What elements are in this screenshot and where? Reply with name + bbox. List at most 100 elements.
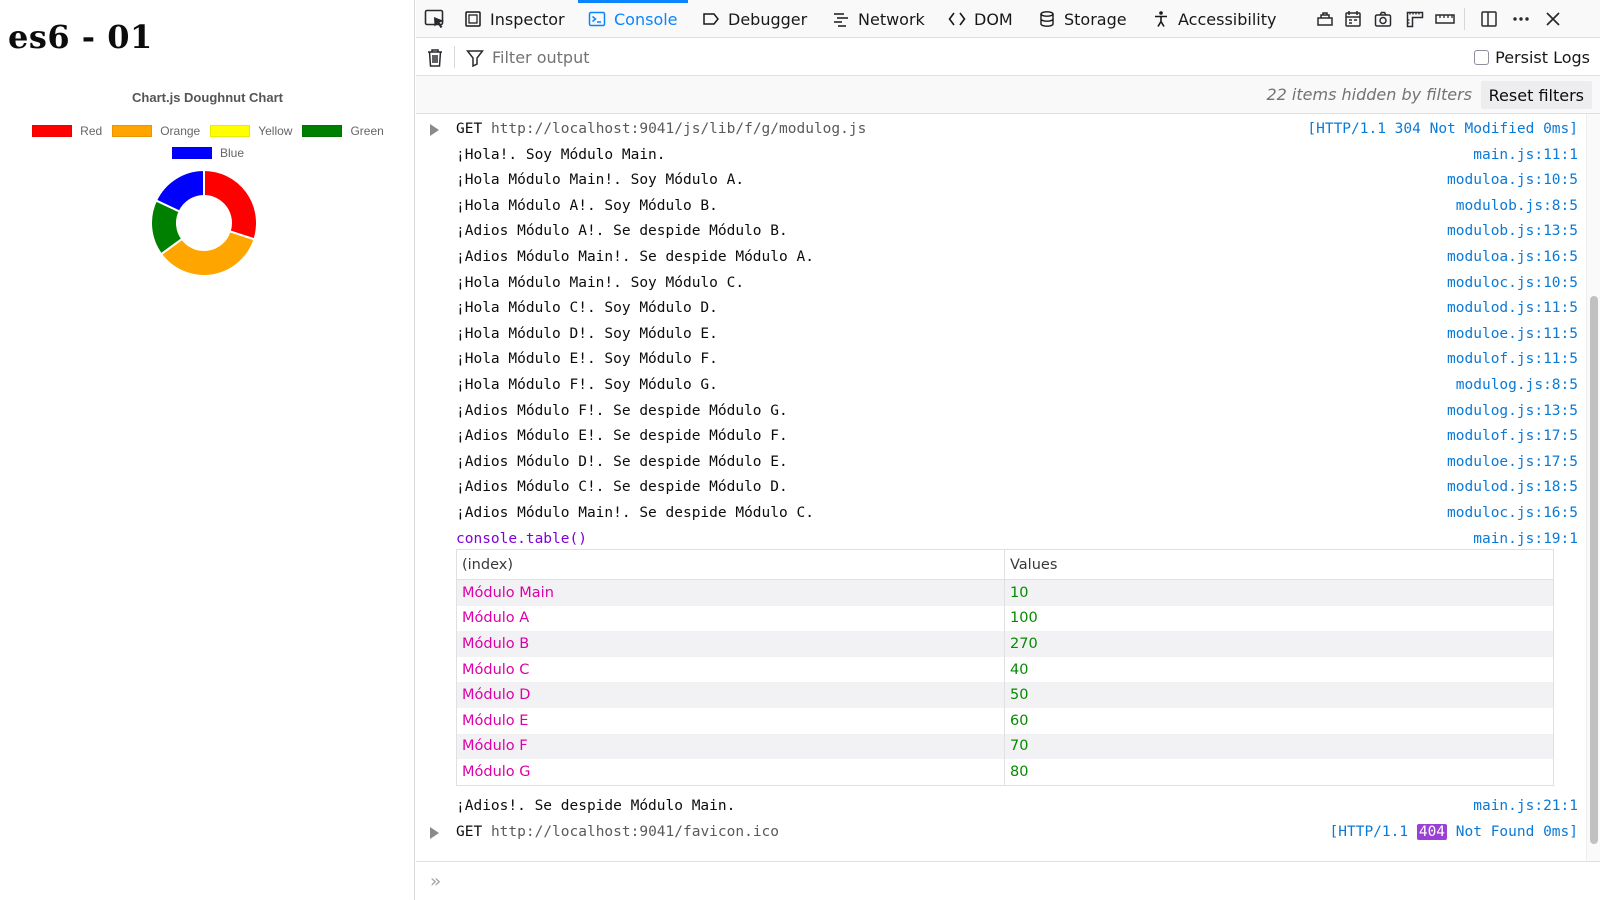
legend-swatch bbox=[171, 147, 212, 159]
legend-item-orange[interactable]: Orange bbox=[112, 124, 200, 138]
legend-label: Yellow bbox=[258, 124, 293, 138]
table-header-index[interactable]: (index) bbox=[457, 550, 1005, 579]
table-row: Módulo A 100 bbox=[457, 605, 1553, 632]
console-log-row: ¡Hola Módulo F!. Soy Módulo G. modulog.js… bbox=[416, 373, 1586, 399]
source-location-link[interactable]: modulob.js:13:5 bbox=[1447, 223, 1578, 239]
doughnut-slice-red[interactable] bbox=[203, 168, 258, 241]
tab-label: Console bbox=[614, 9, 678, 29]
console-log-row: ¡Adios Módulo Main!. Se despide Módulo A… bbox=[416, 245, 1586, 271]
console-prompt-icon: » bbox=[430, 871, 441, 892]
source-location-link[interactable]: main.js:19:1 bbox=[1473, 531, 1578, 547]
table-cell-value: 80 bbox=[1010, 763, 1029, 780]
measure-icon[interactable] bbox=[1434, 9, 1456, 29]
network-request-row: GET http://localhost:9041/favicon.ico [HT… bbox=[416, 820, 1586, 846]
element-picker-icon[interactable] bbox=[424, 9, 446, 29]
dock-layout-icon[interactable] bbox=[1478, 9, 1500, 29]
legend-item-green[interactable]: Green bbox=[302, 124, 384, 138]
tab-inspector[interactable]: Inspector bbox=[464, 0, 565, 38]
persist-logs-box[interactable] bbox=[1474, 49, 1490, 65]
tab-debugger[interactable]: Debugger bbox=[702, 0, 807, 38]
chart-legend: Red Orange Yellow Green Blue bbox=[18, 124, 398, 160]
legend-label: Green bbox=[350, 124, 384, 138]
dom-icon bbox=[948, 10, 974, 28]
table-cell-index: Módulo Main bbox=[457, 580, 1005, 606]
tab-accessibility[interactable]: Accessibility bbox=[1152, 0, 1276, 38]
source-location-link[interactable]: main.js:21:1 bbox=[1473, 798, 1578, 814]
console-log-row: ¡Adios Módulo F!. Se despide Módulo G. mo… bbox=[416, 399, 1586, 425]
table-cell-index: Módulo D bbox=[457, 682, 1005, 708]
more-options-icon[interactable] bbox=[1510, 9, 1532, 29]
legend-item-red[interactable]: Red bbox=[32, 124, 102, 138]
doughnut-chart[interactable] bbox=[148, 167, 260, 279]
responsive-mode-icon[interactable] bbox=[1314, 9, 1336, 29]
log-message: ¡Adios Módulo E!. Se despide Módulo F. bbox=[456, 428, 788, 445]
table-row: Módulo F 70 bbox=[457, 733, 1553, 760]
legend-swatch bbox=[112, 125, 153, 137]
source-location-link[interactable]: modulof.js:17:5 bbox=[1447, 428, 1578, 444]
page-title: es6 - 01 bbox=[8, 18, 153, 56]
status-code-badge: 404 bbox=[1416, 823, 1448, 840]
request-method: GET bbox=[456, 121, 483, 137]
close-icon[interactable] bbox=[1542, 9, 1564, 29]
source-location-link[interactable]: moduloa.js:10:5 bbox=[1447, 172, 1578, 188]
log-message: ¡Hola Módulo C!. Soy Módulo D. bbox=[456, 300, 718, 317]
request-message: GET http://localhost:9041/js/lib/f/g/mod… bbox=[456, 121, 866, 137]
source-location-link[interactable]: main.js:11:1 bbox=[1473, 147, 1578, 163]
inspector-icon bbox=[464, 10, 490, 28]
tab-network[interactable]: Network bbox=[832, 0, 925, 38]
filter-output-input[interactable] bbox=[492, 45, 1392, 69]
console-log-row: ¡Hola Módulo D!. Soy Módulo E. moduloe.js… bbox=[416, 322, 1586, 348]
clear-console-icon[interactable] bbox=[426, 48, 444, 68]
source-location-link[interactable]: moduloe.js:17:5 bbox=[1447, 454, 1578, 470]
rulers-icon[interactable] bbox=[1404, 9, 1426, 29]
source-location-link[interactable]: moduloa.js:16:5 bbox=[1447, 249, 1578, 265]
source-location-link[interactable]: moduloc.js:16:5 bbox=[1447, 505, 1578, 521]
console-log-row: ¡Hola Módulo Main!. Soy Módulo A. moduloa… bbox=[416, 168, 1586, 194]
persist-logs-checkbox[interactable]: Persist Logs bbox=[1474, 46, 1590, 68]
request-url[interactable]: http://localhost:9041/js/lib/f/g/modulog… bbox=[491, 121, 866, 137]
source-location-link[interactable]: modulog.js:8:5 bbox=[1456, 377, 1578, 393]
log-message: ¡Hola Módulo A!. Soy Módulo B. bbox=[456, 197, 718, 214]
source-location-link[interactable]: modulob.js:8:5 bbox=[1456, 198, 1578, 214]
request-url[interactable]: http://localhost:9041/favicon.ico bbox=[491, 824, 779, 840]
table-row: Módulo C 40 bbox=[457, 656, 1553, 683]
tab-storage[interactable]: Storage bbox=[1038, 0, 1127, 38]
reset-filters-button[interactable]: Reset filters bbox=[1480, 81, 1592, 109]
table-cell-index: Módulo G bbox=[457, 759, 1005, 785]
source-location-link[interactable]: modulog.js:13:5 bbox=[1447, 403, 1578, 419]
source-location-link[interactable]: modulod.js:11:5 bbox=[1447, 300, 1578, 316]
tab-dom[interactable]: DOM bbox=[948, 0, 1013, 38]
hidden-items-bar: 22 items hidden by filters Reset filters bbox=[416, 76, 1600, 114]
console-log-row: ¡Hola Módulo C!. Soy Módulo D. modulod.js… bbox=[416, 296, 1586, 322]
log-message: ¡Hola!. Soy Módulo Main. bbox=[456, 146, 666, 163]
table-row: Módulo B 270 bbox=[457, 631, 1553, 657]
log-message: ¡Hola Módulo Main!. Soy Módulo A. bbox=[456, 172, 745, 189]
console-icon bbox=[588, 10, 614, 28]
log-message: ¡Adios Módulo D!. Se despide Módulo E. bbox=[456, 453, 788, 470]
request-status[interactable]: [HTTP/1.1 404 Not Found 0ms] bbox=[1330, 823, 1578, 840]
table-cell-value: 10 bbox=[1010, 584, 1029, 601]
legend-item-blue[interactable]: Blue bbox=[171, 146, 244, 160]
status-suffix: Not Found 0ms] bbox=[1447, 823, 1578, 840]
accessibility-icon bbox=[1152, 10, 1178, 28]
screenshot-icon[interactable] bbox=[1372, 9, 1394, 29]
console-scrollbar-thumb[interactable] bbox=[1590, 296, 1598, 844]
filter-funnel-icon bbox=[466, 50, 484, 67]
table-cell-value: 100 bbox=[1010, 610, 1038, 627]
table-cell-value: 40 bbox=[1010, 661, 1029, 678]
calendar-icon[interactable] bbox=[1342, 9, 1364, 29]
network-request-row: GET http://localhost:9041/js/lib/f/g/mod… bbox=[416, 117, 1586, 143]
console-js-input[interactable] bbox=[456, 870, 1556, 892]
tab-console[interactable]: Console bbox=[578, 0, 688, 38]
legend-item-yellow[interactable]: Yellow bbox=[210, 124, 292, 138]
expand-arrow-icon[interactable] bbox=[430, 826, 439, 839]
log-message: ¡Adios Módulo A!. Se despide Módulo B. bbox=[456, 223, 788, 240]
table-header-values[interactable]: Values bbox=[1005, 550, 1553, 579]
source-location-link[interactable]: modulof.js:11:5 bbox=[1447, 351, 1578, 367]
expand-arrow-icon[interactable] bbox=[430, 124, 439, 136]
source-location-link[interactable]: moduloe.js:11:5 bbox=[1447, 326, 1578, 342]
source-location-link[interactable]: modulod.js:18:5 bbox=[1447, 479, 1578, 495]
table-cell-value: 70 bbox=[1010, 738, 1029, 755]
request-status[interactable]: [HTTP/1.1 304 Not Modified 0ms] bbox=[1307, 121, 1578, 137]
source-location-link[interactable]: moduloc.js:10:5 bbox=[1447, 275, 1578, 291]
